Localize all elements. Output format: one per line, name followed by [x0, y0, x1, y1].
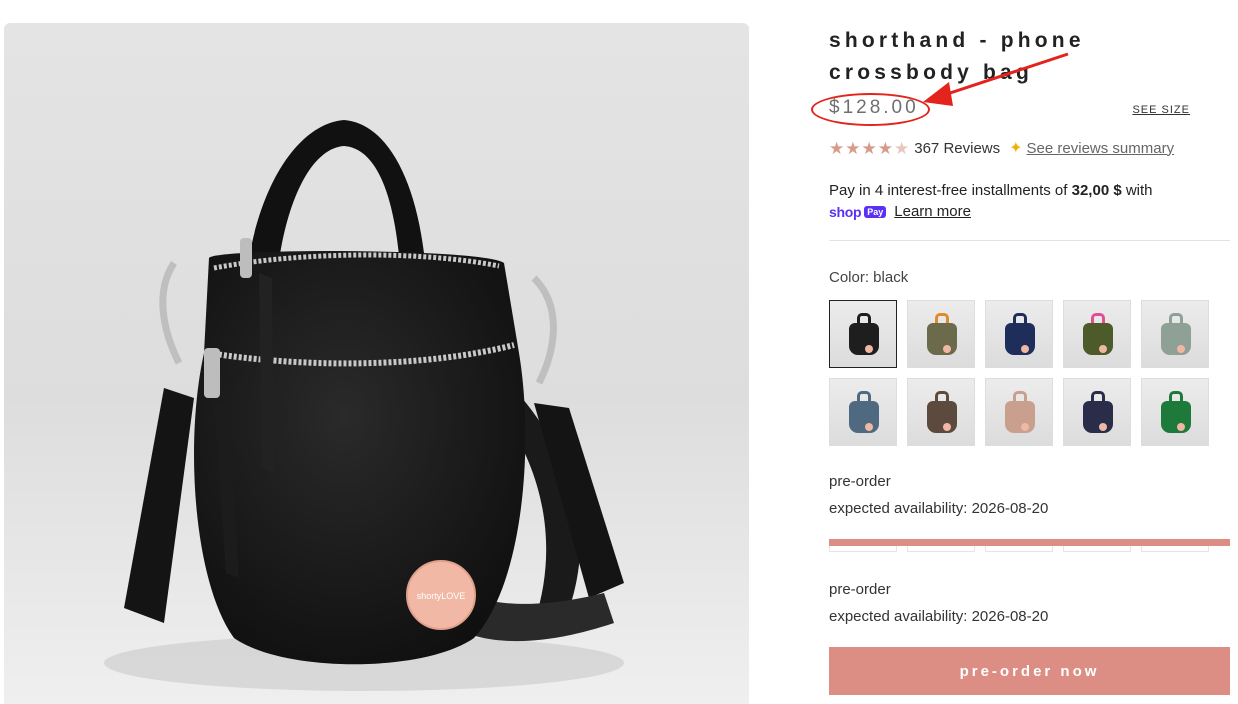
swatch-bag-thumbnail: [849, 401, 879, 433]
accent-bar: [829, 539, 1230, 546]
swatch-bag-thumbnail: [1083, 323, 1113, 355]
annotation-arrow-icon: [923, 52, 1069, 106]
installments-prefix: Pay in 4 interest-free installments of: [829, 182, 1068, 199]
swatch-bag-thumbnail: [1083, 401, 1113, 433]
swatch-logo-dot: [865, 345, 873, 353]
preorder-label: pre-order: [829, 581, 891, 598]
star-icon: ★: [845, 138, 861, 158]
swatch-logo-dot: [1099, 345, 1107, 353]
reviews-summary-link[interactable]: See reviews summary: [1027, 140, 1175, 157]
swatch-logo-dot: [943, 423, 951, 431]
learn-more-link[interactable]: Learn more: [894, 203, 971, 220]
color-swatch-green[interactable]: [1141, 378, 1209, 446]
shop-pay-logo: shop: [829, 203, 862, 220]
sparkle-icon: ✦: [1009, 140, 1023, 157]
swatch-peek: [1141, 546, 1209, 552]
color-swatch-brown[interactable]: [907, 378, 975, 446]
price-annotation-circle: [811, 93, 930, 126]
installments-suffix: with: [1125, 182, 1153, 199]
preorder-label: pre-order: [829, 473, 891, 490]
swatch-bag-thumbnail: [1005, 323, 1035, 355]
color-swatch-navy-purple[interactable]: [1063, 378, 1131, 446]
swatch-logo-dot: [1021, 345, 1029, 353]
swatch-logo-dot: [1177, 423, 1185, 431]
review-count[interactable]: 367 Reviews: [914, 140, 1000, 157]
expected-availability: expected availability: 2026-08-20: [829, 500, 1049, 517]
swatch-logo-dot: [1099, 423, 1107, 431]
shop-pay-badge: Pay: [864, 205, 887, 218]
swatch-bag-thumbnail: [849, 323, 879, 355]
product-photo-bag: shortyLOVE: [104, 120, 624, 691]
half-star-icon: ★: [894, 138, 910, 158]
see-size-link[interactable]: SEE SIZE: [1132, 104, 1190, 116]
star-icon: ★: [877, 138, 893, 158]
bag-logo-badge: shortyLOVE: [417, 591, 466, 601]
color-label: Color: black: [829, 269, 909, 286]
color-swatch-slate-blue[interactable]: [829, 378, 897, 446]
divider: [829, 240, 1230, 241]
preorder-now-button[interactable]: pre-order now: [829, 647, 1230, 695]
color-swatch-blush[interactable]: [985, 378, 1053, 446]
color-swatch-sage[interactable]: [1141, 300, 1209, 368]
star-icon: ★: [829, 138, 845, 158]
color-swatch-black[interactable]: [829, 300, 897, 368]
swatch-logo-dot: [1021, 423, 1029, 431]
swatch-logo-dot: [943, 345, 951, 353]
swatch-peek-row: [829, 546, 1209, 552]
color-swatch-camo[interactable]: [907, 300, 975, 368]
installment-amount: 32,00 $: [1071, 182, 1122, 199]
swatch-peek: [985, 546, 1053, 552]
swatch-bag-thumbnail: [927, 401, 957, 433]
swatch-bag-thumbnail: [1005, 401, 1035, 433]
star-icon: ★: [861, 138, 877, 158]
swatch-bag-thumbnail: [1161, 323, 1191, 355]
star-rating[interactable]: ★ ★ ★ ★ ★: [829, 140, 909, 157]
color-swatch-navy[interactable]: [985, 300, 1053, 368]
swatch-bag-thumbnail: [1161, 401, 1191, 433]
swatch-logo-dot: [1177, 345, 1185, 353]
shop-pay-row: shop Pay Learn more: [829, 203, 971, 220]
swatch-peek: [907, 546, 975, 552]
swatch-peek: [829, 546, 897, 552]
rating-row: ★ ★ ★ ★ ★ 367 Reviews ✦ See reviews summ…: [829, 137, 1174, 159]
color-swatch-olive-pink[interactable]: [1063, 300, 1131, 368]
swatch-peek: [1063, 546, 1131, 552]
color-swatch-grid: [829, 300, 1219, 446]
expected-availability: expected availability: 2026-08-20: [829, 608, 1049, 625]
product-info-panel: shorthand - phone crossbody bag $128.00 …: [811, 0, 1230, 704]
swatch-bag-thumbnail: [927, 323, 957, 355]
swatch-logo-dot: [865, 423, 873, 431]
installments-text: Pay in 4 interest-free installments of 3…: [829, 179, 1153, 203]
product-image[interactable]: shortyLOVE: [4, 23, 749, 704]
